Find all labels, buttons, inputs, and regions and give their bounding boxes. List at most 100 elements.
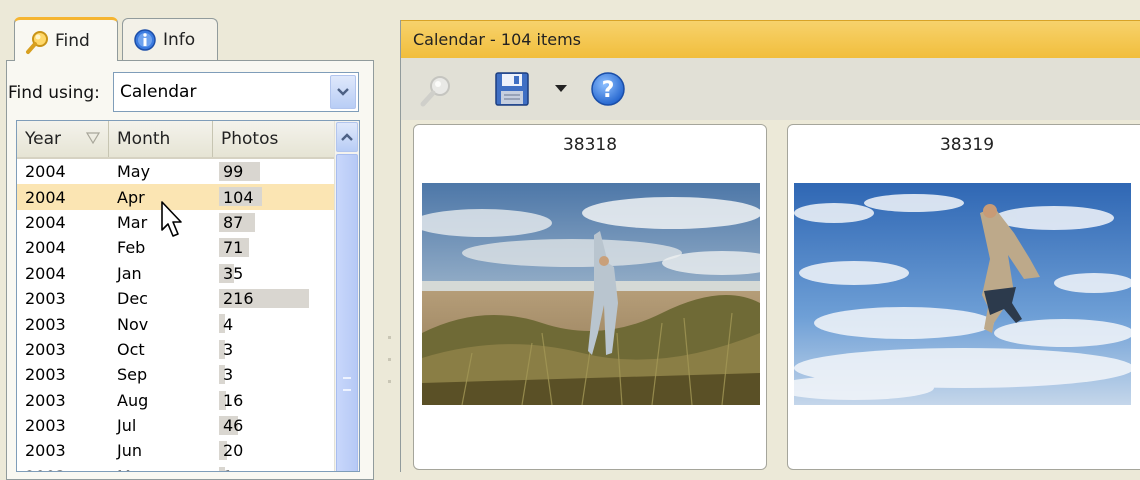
cell-photos: 1: [213, 464, 335, 471]
table-row[interactable]: 2003 Sep 3: [17, 362, 335, 387]
grid-header: Year Month Photos: [17, 121, 335, 159]
table-row[interactable]: 2003 Jun 20: [17, 438, 335, 463]
vertical-scrollbar[interactable]: [334, 121, 359, 471]
table-row[interactable]: 2003 Jul 46: [17, 413, 335, 438]
cell-month: Nov: [117, 314, 149, 334]
cell-month: Jul: [117, 416, 137, 436]
dropdown-arrow-icon[interactable]: [553, 82, 569, 96]
column-header-photos-label: Photos: [221, 129, 279, 149]
calendar-grid: Year Month Photos 2004 May 99 2004 Apr 104 200…: [16, 120, 360, 472]
scroll-up-icon[interactable]: [336, 122, 358, 152]
results-pane: Calendar - 104 items ? 38318 38319: [400, 20, 1140, 472]
results-title-bar: Calendar - 104 items: [401, 20, 1140, 58]
svg-text:?: ?: [602, 78, 615, 103]
cell-year: 2003: [17, 467, 109, 471]
photo-thumbnail[interactable]: 38319: [787, 124, 1140, 470]
results-title: Calendar - 104 items: [413, 30, 581, 49]
photo-image-beach: [422, 183, 760, 405]
sort-descending-icon: [85, 129, 101, 149]
table-row[interactable]: 2004 May 99: [17, 159, 335, 184]
tab-info-label: Info: [163, 29, 196, 50]
table-row[interactable]: 2003 Nov 4: [17, 311, 335, 336]
cell-month: May: [117, 162, 151, 182]
photos-count: 16: [223, 390, 244, 410]
thumbnail-label: 38318: [562, 135, 618, 155]
table-row[interactable]: 2003 Oct 3: [17, 337, 335, 362]
cell-photos: 87: [213, 210, 335, 235]
chevron-down-icon[interactable]: [330, 75, 356, 109]
cell-year: 2003: [25, 289, 66, 309]
find-using-label: Find using:: [8, 83, 100, 103]
tab-find[interactable]: Find: [14, 17, 118, 61]
find-using-select[interactable]: Calendar: [113, 72, 359, 112]
photos-count: 3: [223, 339, 234, 359]
cell-year: 2004: [25, 238, 66, 258]
table-row[interactable]: 2003 Aug 16: [17, 388, 335, 413]
magnifier-icon[interactable]: [417, 72, 457, 108]
column-header-month-label: Month: [117, 129, 171, 149]
cell-month: Sep: [117, 365, 148, 385]
photos-count: 4: [223, 314, 234, 334]
scroll-thumb[interactable]: [336, 154, 358, 471]
cell-photos: 99: [213, 159, 335, 184]
help-icon[interactable]: ?: [589, 70, 627, 108]
cell-year: 2003: [25, 314, 66, 334]
cell-photos: 35: [213, 261, 335, 286]
photos-count: 71: [223, 238, 244, 258]
table-row[interactable]: 2003May 1: [17, 464, 335, 471]
photos-count: 87: [223, 212, 244, 232]
splitter-grip-dot: [388, 336, 391, 339]
tab-info[interactable]: Info: [122, 18, 218, 60]
cell-photos: 216: [213, 286, 335, 311]
cell-photos: 46: [213, 413, 335, 438]
column-header-photos[interactable]: Photos: [213, 121, 335, 157]
grip-icon: [343, 377, 351, 391]
photos-count: 20: [223, 441, 244, 461]
photos-count: 99: [223, 162, 244, 182]
photos-count: 216: [223, 289, 254, 309]
column-header-year[interactable]: Year: [17, 121, 109, 157]
cell-month: Oct: [117, 339, 145, 359]
cell-photos: 104: [213, 184, 335, 209]
splitter-grip-dot: [388, 380, 391, 383]
cell-year: 2004: [25, 162, 66, 182]
cell-year: 2003: [25, 441, 66, 461]
find-using-value: Calendar: [120, 82, 197, 102]
table-row[interactable]: 2004 Jan 35: [17, 261, 335, 286]
cell-month: Aug: [117, 390, 149, 410]
cell-month: May: [109, 467, 213, 471]
splitter-grip-dot: [388, 358, 391, 361]
cell-year: 2003: [25, 416, 66, 436]
thumbnail-label: 38319: [939, 135, 995, 155]
photos-count: 35: [223, 263, 244, 283]
cell-year: 2003: [25, 339, 66, 359]
cell-photos: 71: [213, 235, 335, 260]
cell-year: 2003: [25, 390, 66, 410]
cell-year: 2004: [25, 263, 66, 283]
photo-image-jump: [794, 183, 1131, 405]
cell-month: Jan: [117, 263, 142, 283]
photo-thumbnail[interactable]: 38318: [413, 124, 767, 470]
save-icon[interactable]: [493, 70, 531, 108]
table-row[interactable]: 2003 Dec 216: [17, 286, 335, 311]
magnifier-icon: [25, 29, 49, 54]
info-icon: [133, 28, 157, 52]
photos-count: 46: [223, 416, 244, 436]
photos-count: 1: [221, 467, 233, 471]
cell-year: 2004: [25, 187, 66, 207]
column-header-month[interactable]: Month: [109, 121, 213, 157]
cell-photos: 20: [213, 438, 335, 463]
cell-month: Feb: [117, 238, 146, 258]
cell-photos: 16: [213, 388, 335, 413]
cell-photos: 3: [213, 362, 335, 387]
thumbnail-area: 38318 38319: [401, 120, 1140, 472]
column-header-year-label: Year: [25, 129, 61, 149]
pane-splitter[interactable]: [380, 0, 400, 472]
cell-month: Dec: [117, 289, 148, 309]
photos-count: 104: [223, 187, 254, 207]
cell-year: 2004: [25, 212, 66, 232]
cell-photos: 4: [213, 311, 335, 336]
results-toolbar: ?: [401, 58, 1140, 120]
mouse-cursor-icon: [160, 200, 186, 240]
photos-count: 3: [223, 365, 234, 385]
